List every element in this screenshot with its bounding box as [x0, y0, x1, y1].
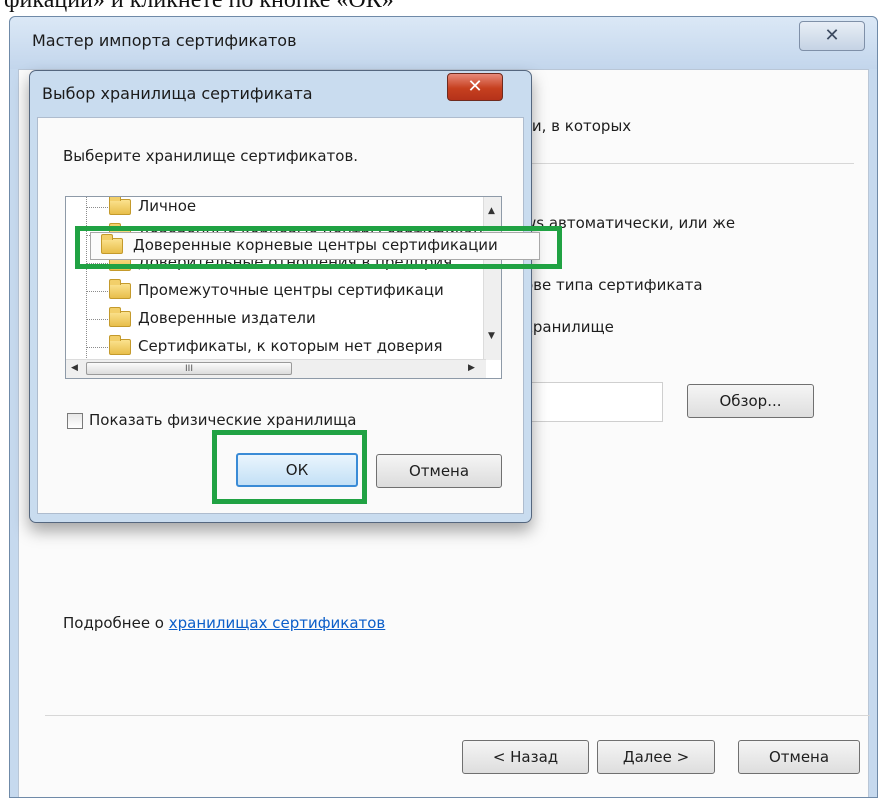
folder-icon [109, 279, 131, 299]
tree-item-label: Промежуточные центры сертификаци [138, 281, 444, 299]
dialog-cancel-button[interactable]: Отмена [376, 454, 502, 488]
cert-stores-link[interactable]: хранилищах сертификатов [169, 614, 386, 632]
annotation-highlight-ok [212, 430, 367, 504]
dialog-close-button[interactable]: ✕ [447, 73, 503, 101]
store-tree[interactable]: Личное Доверенные корневые центры сертиф… [65, 196, 502, 379]
tree-connector [86, 319, 110, 320]
more-info-text: Подробнее о хранилищах сертификатов [63, 614, 385, 632]
tree-connector [86, 207, 110, 208]
scroll-up-icon[interactable]: ▲ [488, 206, 495, 216]
folder-icon [109, 307, 131, 327]
folder-icon [109, 197, 131, 215]
tree-connector [86, 197, 87, 378]
annotation-highlight-store [75, 226, 562, 269]
next-button[interactable]: Далее > [597, 740, 715, 774]
dialog-prompt: Выберите хранилище сертификатов. [63, 147, 359, 165]
show-physical-label: Показать физические хранилища [89, 411, 357, 429]
divider [45, 715, 870, 716]
document-caption: фикации» и кликнете по кнопке «ОК» [4, 0, 394, 13]
wizard-partial-text: ги, в которых [524, 117, 632, 135]
folder-icon [109, 335, 131, 355]
wizard-titlebar: Мастер импорта сертификатов ✕ [10, 17, 877, 69]
store-path-field[interactable] [519, 382, 663, 422]
tree-item-label: Личное [138, 197, 197, 215]
vertical-scrollbar[interactable]: ▲ ▼ [483, 197, 501, 360]
divider [524, 163, 854, 164]
scroll-down-icon[interactable]: ▼ [488, 331, 495, 341]
scroll-left-icon[interactable]: ◀ [71, 363, 78, 373]
browse-button[interactable]: Обзор... [687, 384, 814, 418]
tree-connector [86, 347, 110, 348]
back-button[interactable]: < Назад [462, 740, 589, 774]
wizard-title: Мастер импорта сертификатов [32, 31, 297, 50]
wizard-close-button[interactable]: ✕ [799, 21, 865, 51]
tree-connector [86, 291, 110, 292]
close-icon: ✕ [467, 76, 483, 97]
horizontal-scrollbar[interactable]: ◀ III ▶ [66, 359, 486, 378]
scroll-right-icon[interactable]: ▶ [468, 363, 475, 373]
tree-item-label: Доверенные издатели [138, 309, 316, 327]
wizard-partial-text: хранилище [524, 318, 614, 336]
wizard-partial-text: ове типа сертификата [524, 276, 703, 294]
close-icon: ✕ [824, 25, 840, 46]
scroll-thumb[interactable]: III [86, 362, 292, 375]
dialog-title: Выбор хранилища сертификата [42, 84, 313, 103]
more-info-prefix: Подробнее о [63, 614, 169, 632]
show-physical-checkbox[interactable] [67, 413, 83, 429]
wizard-cancel-button[interactable]: Отмена [738, 740, 860, 774]
tree-item-label: Сертификаты, к которым нет доверия [138, 337, 443, 355]
